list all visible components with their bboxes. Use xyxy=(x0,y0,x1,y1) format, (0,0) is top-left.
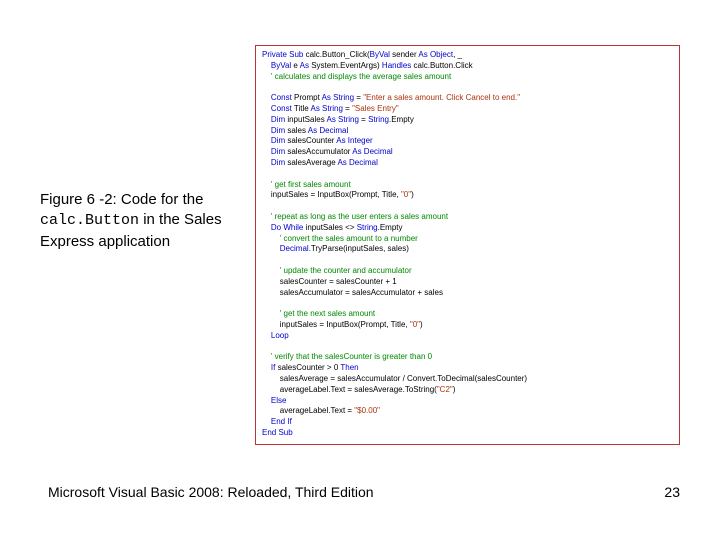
code-kw: Const xyxy=(271,93,292,102)
code-text: inputSales = InputBox(Prompt, Title, xyxy=(262,190,401,199)
code-kw: As Object xyxy=(418,50,453,59)
code-listing: Private Sub calc.Button_Click(ByVal send… xyxy=(255,45,680,445)
code-kw: Decimal xyxy=(280,244,309,253)
code-kw: As Decimal xyxy=(352,147,392,156)
code-text: e xyxy=(291,61,299,70)
code-text: = xyxy=(343,104,352,113)
code-kw: As Decimal xyxy=(308,126,348,135)
code-text xyxy=(262,104,271,113)
code-kw: As String xyxy=(310,104,342,113)
code-text: sales xyxy=(285,126,308,135)
code-text xyxy=(262,244,280,253)
code-kw: As xyxy=(300,61,309,70)
code-kw: Handles xyxy=(382,61,411,70)
code-text: Title xyxy=(292,104,311,113)
code-kw: String xyxy=(368,115,389,124)
code-kw: ByVal xyxy=(271,61,291,70)
code-kw: Dim xyxy=(271,158,285,167)
code-text: ) xyxy=(420,320,423,329)
code-text xyxy=(262,136,271,145)
code-text: averageLabel.Text = salesAverage.ToStrin… xyxy=(262,385,437,394)
code-kw: As String xyxy=(326,115,358,124)
code-string: "C2" xyxy=(437,385,453,394)
code-kw: End If xyxy=(262,417,292,426)
code-kw: Dim xyxy=(271,147,285,156)
code-kw: Dim xyxy=(271,126,285,135)
code-text: salesAverage xyxy=(285,158,337,167)
caption-prefix: Figure 6 -2: Code for the xyxy=(40,191,203,208)
code-kw: Then xyxy=(340,363,358,372)
code-text: salesAverage = salesAccumulator / Conver… xyxy=(262,374,527,383)
code-text: inputSales <> xyxy=(303,223,356,232)
code-text: .TryParse(inputSales, sales) xyxy=(309,244,409,253)
code-text: inputSales = InputBox(Prompt, Title, xyxy=(262,320,410,329)
code-comment: ' update the counter and accumulator xyxy=(262,266,412,275)
code-text: sender xyxy=(390,50,418,59)
code-kw: Dim xyxy=(271,115,285,124)
code-text: inputSales xyxy=(285,115,326,124)
code-text xyxy=(262,363,271,372)
code-text xyxy=(262,223,271,232)
code-text: ) xyxy=(411,190,414,199)
code-text xyxy=(262,115,271,124)
footer-text: Microsoft Visual Basic 2008: Reloaded, T… xyxy=(48,484,374,500)
code-text: = xyxy=(354,93,363,102)
code-text: ) xyxy=(453,385,456,394)
code-comment: ' get first sales amount xyxy=(262,180,351,189)
code-kw: String xyxy=(357,223,378,232)
code-kw: Else xyxy=(262,396,286,405)
code-kw: Private Sub xyxy=(262,50,303,59)
code-string: "0" xyxy=(410,320,420,329)
code-text xyxy=(262,158,271,167)
code-comment: ' repeat as long as the user enters a sa… xyxy=(262,212,448,221)
code-text: salesCounter xyxy=(285,136,336,145)
code-text: = xyxy=(359,115,368,124)
code-text: salesAccumulator xyxy=(285,147,352,156)
code-text xyxy=(262,126,271,135)
code-text: averageLabel.Text = xyxy=(262,406,354,415)
code-kw: Dim xyxy=(271,136,285,145)
code-text xyxy=(262,93,271,102)
code-string: "Enter a sales amount. Click Cancel to e… xyxy=(363,93,520,102)
code-string: "0" xyxy=(401,190,411,199)
code-kw: As Decimal xyxy=(337,158,377,167)
code-text: salesCounter > 0 xyxy=(275,363,340,372)
code-kw: Const xyxy=(271,104,292,113)
code-comment: ' verify that the salesCounter is greate… xyxy=(262,352,432,361)
code-kw: Loop xyxy=(262,331,289,340)
code-text: .Empty xyxy=(378,223,403,232)
code-text: , _ xyxy=(453,50,462,59)
code-comment: ' get the next sales amount xyxy=(262,309,375,318)
code-kw: As String xyxy=(322,93,354,102)
caption-mono: calc.Button xyxy=(40,212,139,229)
code-text xyxy=(262,61,271,70)
code-string: "Sales Entry" xyxy=(352,104,399,113)
code-text xyxy=(262,147,271,156)
code-comment: ' calculates and displays the average sa… xyxy=(262,72,451,81)
page-number: 23 xyxy=(664,484,680,500)
code-text: calc.Button.Click xyxy=(411,61,472,70)
code-kw: As Integer xyxy=(336,136,372,145)
slide: Figure 6 -2: Code for the calc.Button in… xyxy=(0,0,720,540)
code-text: System.EventArgs) xyxy=(309,61,382,70)
code-text: .Empty xyxy=(389,115,414,124)
code-text: salesAccumulator = salesAccumulator + sa… xyxy=(262,288,443,297)
code-string: "$0.00" xyxy=(354,406,380,415)
code-text: calc.Button_Click( xyxy=(303,50,369,59)
code-kw: End Sub xyxy=(262,428,293,437)
code-kw: Do While xyxy=(271,223,303,232)
figure-caption: Figure 6 -2: Code for the calc.Button in… xyxy=(40,190,240,252)
code-text: salesCounter = salesCounter + 1 xyxy=(262,277,397,286)
code-comment: ' convert the sales amount to a number xyxy=(262,234,418,243)
code-text: Prompt xyxy=(292,93,322,102)
code-kw: ByVal xyxy=(370,50,390,59)
